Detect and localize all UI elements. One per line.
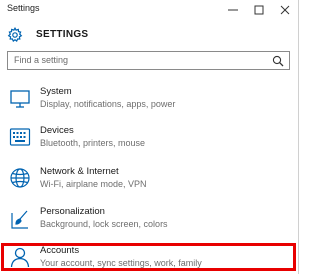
settings-header: SETTINGS <box>0 24 298 46</box>
page-title: SETTINGS <box>36 29 89 40</box>
paintbrush-icon <box>11 210 28 229</box>
settings-item-devices[interactable]: Devices Bluetooth, printers, mouse <box>0 122 298 162</box>
keyboard-icon <box>9 128 31 146</box>
item-label: Devices <box>40 125 74 136</box>
maximize-button[interactable] <box>246 0 272 20</box>
search-icon[interactable] <box>272 55 284 67</box>
settings-item-accounts[interactable]: Accounts Your account, sync settings, wo… <box>0 243 298 274</box>
minimize-icon <box>228 9 238 11</box>
item-label: Personalization <box>40 206 105 217</box>
item-description: Background, lock screen, colors <box>40 219 168 229</box>
settings-item-network[interactable]: Network & Internet Wi-Fi, airplane mode,… <box>0 163 298 203</box>
item-label: System <box>40 86 72 97</box>
gear-icon <box>7 27 23 43</box>
item-description: Display, notifications, apps, power <box>40 99 176 109</box>
item-description: Your account, sync settings, work, famil… <box>40 258 202 268</box>
settings-item-system[interactable]: System Display, notifications, apps, pow… <box>0 82 298 122</box>
item-label: Accounts <box>40 245 80 256</box>
settings-item-personalization[interactable]: Personalization Background, lock screen,… <box>0 203 298 243</box>
settings-window: Settings SETTINGS Find a setting System … <box>0 0 299 274</box>
close-icon <box>280 5 290 15</box>
display-icon <box>10 90 30 108</box>
window-title: Settings <box>7 3 40 13</box>
search-placeholder: Find a setting <box>14 55 69 65</box>
item-description: Bluetooth, printers, mouse <box>40 138 146 148</box>
item-description: Wi-Fi, airplane mode, VPN <box>40 179 147 189</box>
item-label: Network & Internet <box>40 166 119 177</box>
search-input[interactable]: Find a setting <box>7 51 290 70</box>
minimize-button[interactable] <box>220 0 246 20</box>
title-bar[interactable]: Settings <box>0 0 298 20</box>
globe-icon <box>10 168 30 188</box>
person-icon <box>10 247 30 268</box>
maximize-icon <box>254 5 264 15</box>
close-button[interactable] <box>272 0 298 20</box>
